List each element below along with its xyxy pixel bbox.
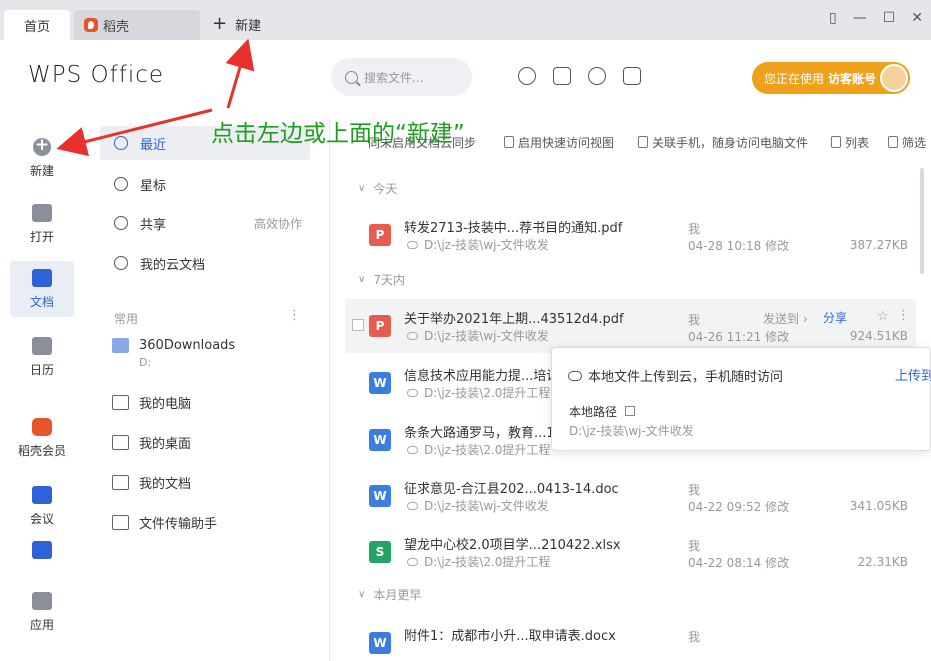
annotation-arrows bbox=[56, 38, 255, 157]
arrow-to-top-new bbox=[225, 38, 255, 109]
arrow-to-left-new bbox=[56, 108, 213, 157]
